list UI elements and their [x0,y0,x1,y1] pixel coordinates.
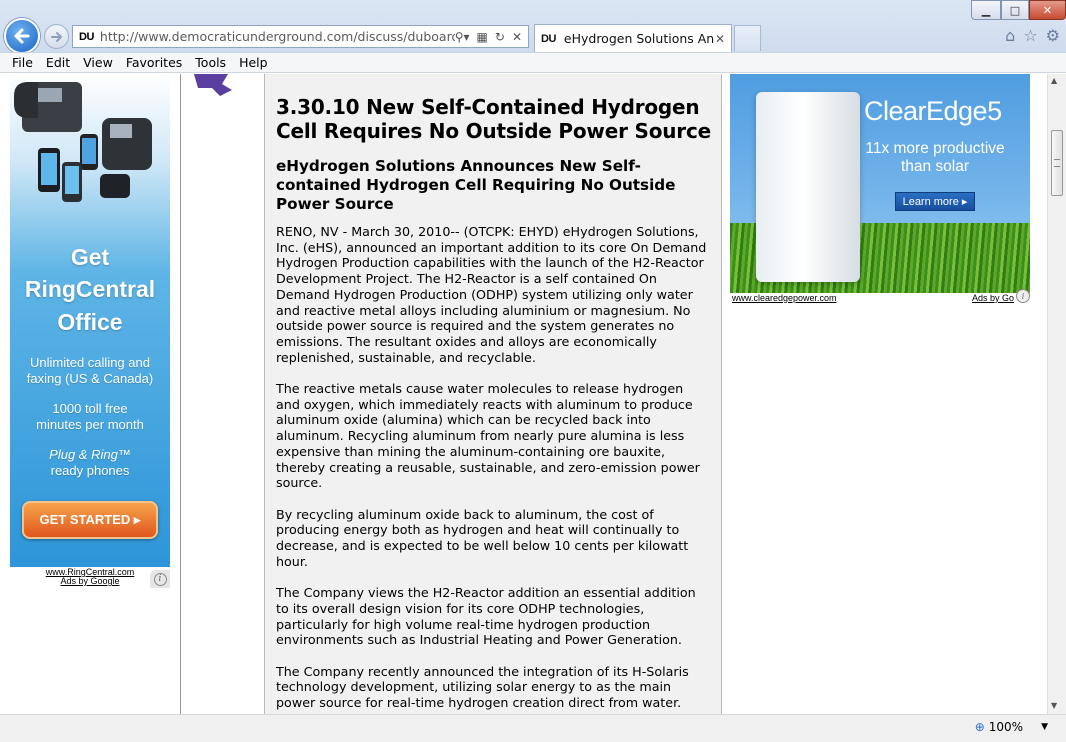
ad-headline-get: Get [70,244,110,270]
left-ad-footer: www.RingCentral.com Ads by Google i [10,568,170,588]
tab-close-icon[interactable]: ✕ [715,32,725,46]
url-text[interactable]: http://www.democraticunderground.com/dis… [100,29,455,44]
close-window-button[interactable]: ✕ [1029,0,1066,20]
article-paragraph: RENO, NV - March 30, 2010-- (OTCPK: EHYD… [276,224,707,365]
article-paragraph: By recycling aluminum oxide back to alum… [276,506,689,569]
article-paragraph: The reactive metals cause water molecule… [276,381,700,491]
phones-image [14,82,152,202]
menu-bar: File Edit View Favorites Tools Help [0,52,1066,73]
menu-tools[interactable]: Tools [189,55,233,70]
zoom-dropdown-icon[interactable]: ▼ [1041,722,1048,732]
ad-tagline-1: 11x more productive [865,140,1005,157]
ad-brand: ClearEdge5 [864,96,1002,126]
clearedge-ad[interactable]: ClearEdge5 11x more productive than sola… [730,74,1030,293]
tab-title: eHydrogen Solutions Anno... [563,31,715,46]
favorites-star-icon[interactable]: ☆ [1023,26,1037,45]
home-icon[interactable]: ⌂ [1005,26,1015,45]
tab-favicon: DU [541,32,556,45]
new-tab-button[interactable] [734,25,761,51]
minimize-button[interactable]: ▁ [971,0,1001,20]
ads-by-google-link[interactable]: Ads by Google [60,576,119,586]
right-ad-footer: www.clearedgepower.com Ads by Go i [730,289,1030,306]
search-icon[interactable]: ⚲▾ [455,30,470,44]
site-favicon: DU [79,30,94,43]
vertical-scrollbar[interactable]: ▲ ▼ [1047,74,1066,714]
article-paragraph: The Company recently announced the integ… [276,663,689,711]
back-arrow-icon [14,28,30,44]
back-button[interactable] [4,18,40,54]
menu-edit[interactable]: Edit [40,55,77,70]
compat-view-icon[interactable]: ▦ [477,30,488,44]
clearedge-link[interactable]: www.clearedgepower.com [732,293,837,303]
ad-line: minutes per month [36,417,144,432]
browser-chrome: DU http://www.democraticunderground.com/… [0,0,1066,54]
article-subtitle: eHydrogen Solutions Announces New Self-c… [276,157,676,213]
ads-by-google-link[interactable]: Ads by Go [971,293,1016,303]
stop-icon[interactable]: ✕ [512,30,522,44]
address-bar[interactable]: DU http://www.democraticunderground.com/… [72,25,529,48]
ad-line: ready phones [50,463,130,478]
page-content: Get RingCentral Office Unlimited calling… [0,74,1043,714]
tab-active[interactable]: DU eHydrogen Solutions Anno... ✕ [534,24,732,52]
forward-arrow-icon [50,31,62,42]
settings-gear-icon[interactable]: ⚙ [1046,26,1060,45]
learn-more-button[interactable]: Learn more ▸ [895,192,975,211]
menu-view[interactable]: View [77,55,120,70]
info-icon: i [153,572,167,586]
scroll-down-arrow-icon[interactable]: ▼ [1051,701,1057,710]
refresh-icon[interactable]: ↻ [495,30,505,44]
article-paragraph: The Company views the H2-Reactor additio… [276,585,696,648]
ad-line: faxing (US & Canada) [26,371,154,386]
menu-help[interactable]: Help [233,55,275,70]
ringcentral-ad[interactable]: Get RingCentral Office Unlimited calling… [10,74,170,567]
ad-line: 1000 toll free [52,401,128,416]
ad-line: Unlimited calling and [30,355,150,370]
fuel-cell-unit-image [756,92,860,282]
menu-favorites[interactable]: Favorites [120,55,189,70]
ad-tagline-2: than solar [900,158,970,175]
menu-file[interactable]: File [0,55,40,70]
scroll-up-arrow-icon[interactable]: ▲ [1051,76,1057,85]
zoom-control[interactable]: ⊕ 100% ▼ [975,720,1048,734]
article: 3.30.10 New Self-Contained Hydrogen Cell… [264,74,722,714]
map-graphic [194,74,232,96]
ad-headline-brand: RingCentral [24,276,156,302]
column-divider [180,74,181,714]
ad-line: Plug & Ring™ [49,447,131,462]
get-started-button[interactable]: GET STARTED ▸ [22,501,158,539]
forward-button[interactable] [44,24,69,49]
maximize-button[interactable]: □ [1001,0,1029,20]
zoom-level: 100% [988,720,1024,734]
info-icon[interactable]: i [1016,289,1030,303]
ad-info-button[interactable]: i [150,570,170,588]
status-bar: ⊕ 100% ▼ [0,714,1066,742]
article-title: 3.30.10 New Self-Contained Hydrogen Cell… [276,95,711,143]
zoom-magnifier-icon: ⊕ [974,720,985,734]
ad-headline-office: Office [57,309,123,335]
scroll-thumb[interactable] [1051,130,1063,196]
